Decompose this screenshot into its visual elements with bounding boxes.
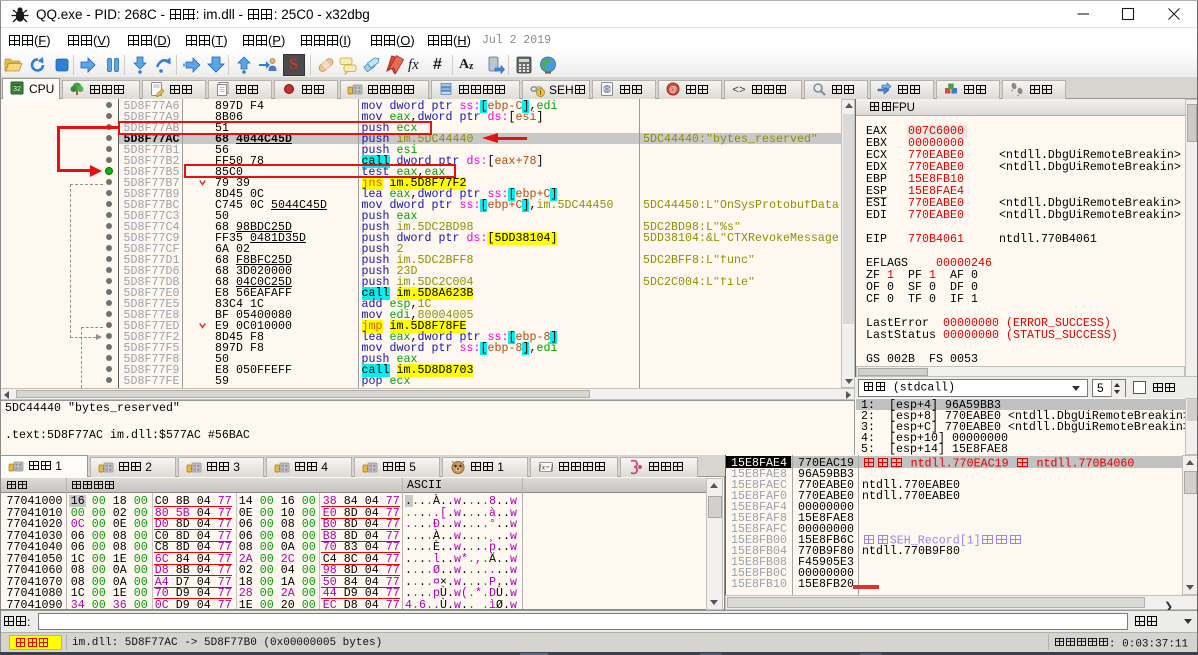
svg-text:!: ! xyxy=(539,90,541,97)
svg-text:32: 32 xyxy=(13,86,21,93)
svg-text:<>: <> xyxy=(732,85,745,97)
svg-text:@: @ xyxy=(669,85,677,94)
svg-text:[x=]: [x=] xyxy=(539,463,553,472)
svg-text:<>: <> xyxy=(603,87,611,95)
